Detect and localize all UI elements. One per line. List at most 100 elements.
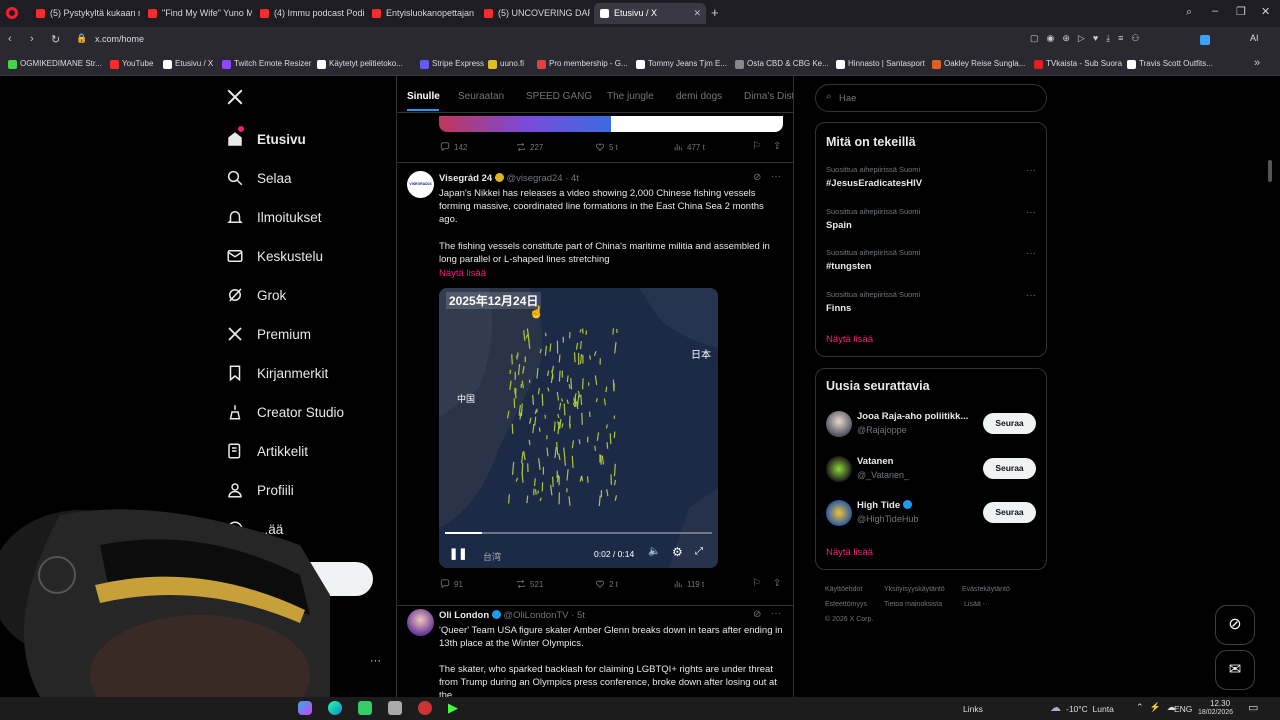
timeline-tab[interactable]: Seuraatan xyxy=(458,91,504,102)
footer-link[interactable]: Yksityisyyskäytäntö xyxy=(884,586,945,593)
bookmark-icon[interactable]: ⚐ xyxy=(752,578,761,589)
bookmark-item[interactable]: #ffffffTravis Scott Outfits... xyxy=(1127,59,1213,69)
trend-more-icon[interactable]: ··· xyxy=(1026,248,1036,259)
messages-fab[interactable]: ✉ xyxy=(1215,650,1255,690)
nav-item-9[interactable]: Profiili xyxy=(226,475,294,505)
share-icon[interactable]: ⇪ xyxy=(773,141,781,152)
follow-button[interactable]: Seuraa xyxy=(983,457,1036,479)
avatar[interactable] xyxy=(826,411,852,437)
likes-action[interactable]: 5 t xyxy=(595,142,618,152)
discord-icon[interactable] xyxy=(418,701,432,715)
follow-item[interactable]: Vatanen @_Vatanen_ Seuraa xyxy=(816,454,1046,494)
nav-item-0[interactable]: Etusivu xyxy=(226,124,306,154)
bookmark-item[interactable]: #e02020TVkaista - Sub Suora xyxy=(1034,59,1122,69)
bookmark-item[interactable]: #9146ffTwitch Emote Resizer xyxy=(222,59,311,69)
browser-tab[interactable]: Entyisluokanopettajan ark xyxy=(366,3,476,24)
nav-item-1[interactable]: Selaa xyxy=(226,163,292,193)
views-action[interactable]: 119 t xyxy=(673,579,704,589)
browser-tab[interactable]: (4) Immu podcast Podim xyxy=(254,3,364,24)
timeline-tab[interactable]: The jungle xyxy=(607,91,654,102)
trend-item[interactable]: Suosittua aihepiirissä Suomi Finns ··· xyxy=(816,288,1046,324)
bookmark-item[interactable]: #4ad14aOGMIKEDIMANE Str... xyxy=(8,59,102,69)
likes-action[interactable]: 2 t xyxy=(595,579,618,589)
footer-link[interactable]: Evästekäytäntö xyxy=(962,586,1010,593)
replies-action[interactable]: 91 xyxy=(440,579,463,589)
edge-icon[interactable] xyxy=(328,701,342,715)
scrollbar[interactable] xyxy=(1268,160,1272,182)
trend-more-icon[interactable]: ··· xyxy=(1026,290,1036,301)
nav-item-7[interactable]: Creator Studio xyxy=(226,397,344,427)
nav-item-6[interactable]: Kirjanmerkit xyxy=(226,358,328,388)
avatar[interactable] xyxy=(826,455,852,482)
trend-item[interactable]: Suosittua aihepiirissä Suomi Spain ··· xyxy=(816,205,1046,241)
url-field[interactable]: x.com/home xyxy=(95,34,144,44)
more-icon[interactable]: ··· xyxy=(771,608,781,619)
nav-item-5[interactable]: Premium xyxy=(226,319,311,349)
volume-icon[interactable]: 🔈 xyxy=(648,546,660,557)
footer-link[interactable]: Lisää ··· xyxy=(964,601,990,608)
trend-item[interactable]: Suosittua aihepiirissä Suomi #JesusEradic… xyxy=(816,163,1046,199)
follow-button[interactable]: Seuraa xyxy=(983,413,1036,434)
nav-item-3[interactable]: Keskustelu xyxy=(226,241,323,271)
follow-item[interactable]: High Tide @HighTideHub Seuraa xyxy=(816,498,1046,538)
avatar[interactable]: VISEGRAD24 xyxy=(407,171,434,198)
footer-link[interactable]: Esteettömyys xyxy=(825,601,867,608)
footer-link[interactable]: Käyttöehdot xyxy=(825,586,862,593)
pause-icon[interactable]: ❚❚ xyxy=(449,547,467,560)
video-player[interactable]: 2025年12月24日 日本 中国 台湾 ☝ ❚❚ 0:02 / 0:14 🔈 … xyxy=(439,288,718,568)
grok-fab[interactable]: ⊘ xyxy=(1215,605,1255,645)
new-tab-icon[interactable]: + xyxy=(711,5,719,20)
close-tab-icon[interactable]: ✕ xyxy=(693,3,701,24)
opera-logo-icon[interactable] xyxy=(6,7,18,19)
reposts-action[interactable]: 227 xyxy=(516,142,543,152)
more-icon[interactable]: ··· xyxy=(771,171,781,182)
follow-button[interactable]: Seuraa xyxy=(983,502,1036,523)
trend-more-icon[interactable]: ··· xyxy=(1026,207,1036,218)
browser-tab[interactable]: "Find My Wife" Yuno Mili xyxy=(142,3,252,24)
account-more-icon[interactable]: ··· xyxy=(370,655,381,667)
avatar[interactable] xyxy=(826,500,852,526)
close-window-icon[interactable]: ✕ xyxy=(1261,5,1270,18)
timeline-tab[interactable]: demi dogs xyxy=(676,91,722,102)
show-more-link[interactable]: Näytä lisää xyxy=(826,547,873,558)
clock-date[interactable]: 18/02/2026 xyxy=(1198,709,1233,716)
x-logo-icon[interactable] xyxy=(226,88,246,108)
links-toolbar[interactable]: Links xyxy=(963,704,983,714)
ai-button[interactable]: AI xyxy=(1250,33,1259,43)
bookmark-item[interactable]: #e0c020uuno.fi xyxy=(488,59,524,69)
nav-item-4[interactable]: Grok xyxy=(226,280,286,310)
reposts-action[interactable]: 521 xyxy=(516,579,543,589)
bookmark-item[interactable]: #ff2b2bYouTube xyxy=(110,59,153,69)
timeline-tab[interactable]: Sinulle xyxy=(407,91,440,102)
notification-icon[interactable]: ▭ xyxy=(1248,701,1258,714)
search-tabs-icon[interactable]: ⌕ xyxy=(1186,6,1192,19)
share-icon[interactable]: ⇪ xyxy=(773,578,781,589)
extension-icon[interactable] xyxy=(1200,35,1210,45)
browser-tab[interactable]: (5) Pystykyltä kukaan noste xyxy=(30,3,140,24)
copilot-icon[interactable] xyxy=(298,701,312,715)
timeline-tab[interactable]: Dima's Dist xyxy=(744,91,793,102)
grok-icon[interactable]: ⊘ xyxy=(753,172,761,183)
bookmark-icon[interactable]: ⚐ xyxy=(752,141,761,152)
browser-tab[interactable]: (5) UNCOVERING DARK E xyxy=(478,3,590,24)
follow-name[interactable]: Vatanen xyxy=(857,456,893,467)
settings-icon[interactable]: ⚙ xyxy=(672,545,683,559)
bookmark-item[interactable]: #e06020Oakley Reise Sungla... xyxy=(932,59,1025,69)
author-name[interactable]: Visegrád 24 xyxy=(439,173,492,184)
bookmark-item[interactable]: #635bffStripe Express xyxy=(420,59,484,69)
nav-item-8[interactable]: Artikkelit xyxy=(226,436,308,466)
app-icon[interactable] xyxy=(358,701,372,715)
reload-icon[interactable]: ↻ xyxy=(51,33,60,46)
search-box[interactable]: ⌕ Hae xyxy=(815,84,1047,112)
show-more-link[interactable]: Näytä lisää xyxy=(439,268,486,279)
follow-name[interactable]: High Tide xyxy=(857,500,900,511)
nav-item-2[interactable]: Ilmoitukset xyxy=(226,202,322,232)
avatar[interactable] xyxy=(407,609,434,636)
trend-more-icon[interactable]: ··· xyxy=(1026,165,1036,176)
taskbar-app-icons[interactable]: ▶ xyxy=(298,701,462,715)
clock-time[interactable]: 12.30 xyxy=(1210,699,1230,708)
bookmark-item[interactable]: #ffffffKäytetyt pelitietoko... xyxy=(317,59,403,69)
bookmark-item[interactable]: #888888Osta CBD & CBG Ke... xyxy=(735,59,829,69)
shield-icon[interactable] xyxy=(388,701,402,715)
language-indicator[interactable]: ENG xyxy=(1174,704,1192,714)
